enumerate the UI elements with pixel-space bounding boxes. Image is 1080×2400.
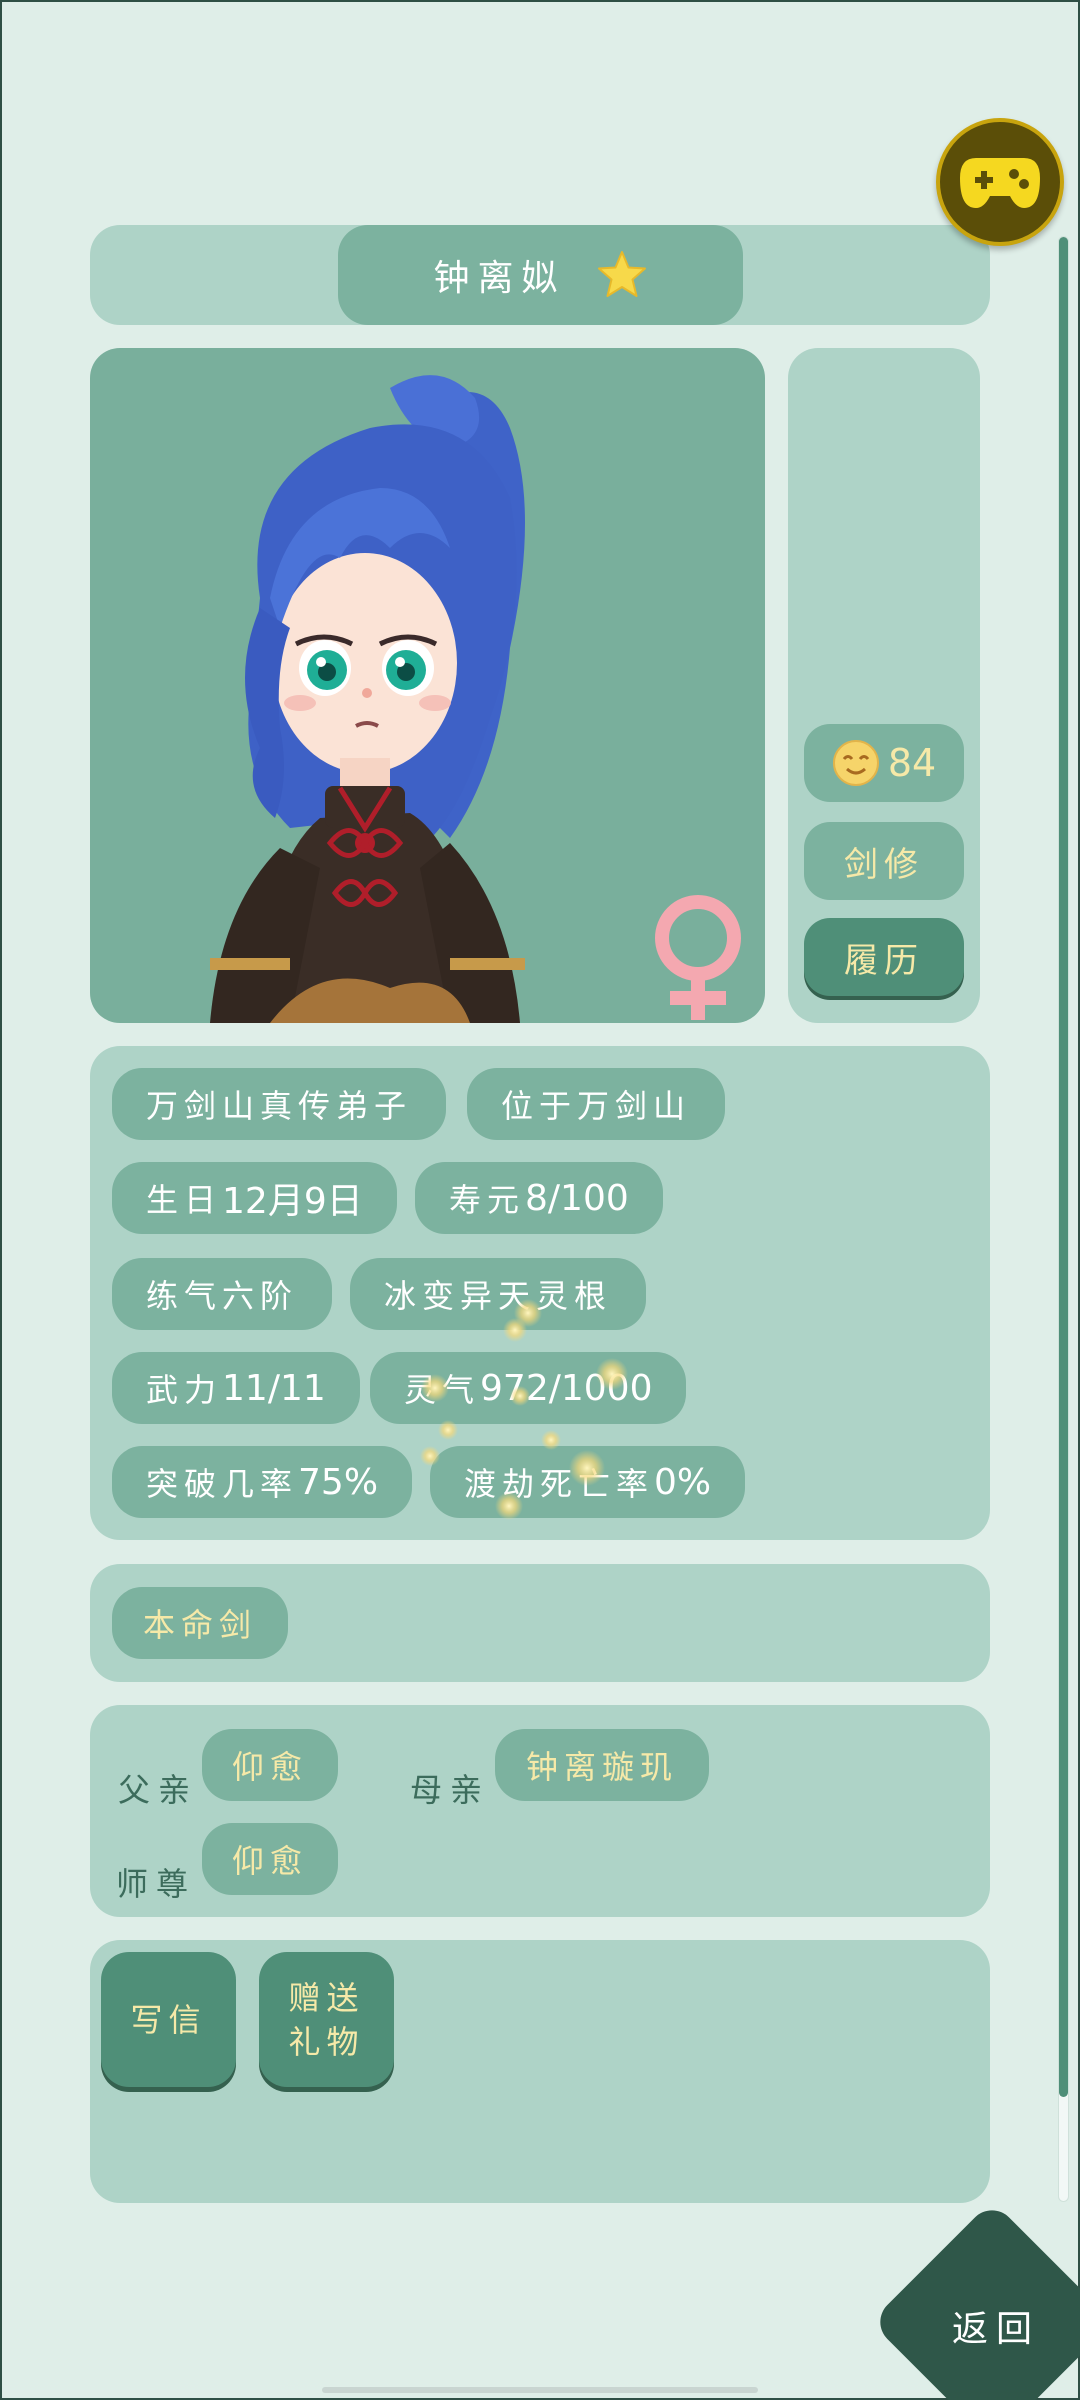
lifespan-label: 寿元 — [449, 1181, 526, 1219]
tribulation-value: 0% — [654, 1461, 712, 1503]
mood-chip[interactable]: 84 — [804, 724, 964, 802]
gamepad-icon — [960, 158, 1040, 208]
sword-panel: 本命剑 — [90, 1564, 990, 1682]
info-panel: 万剑山真传弟子 位于万剑山 生日 12月9日 寿元 8/100 练气六阶 冰变异天灵… — [90, 1046, 990, 1540]
location-text: 位于万剑山 — [501, 1087, 692, 1125]
scrollbar[interactable] — [1058, 236, 1069, 2202]
character-illustration — [210, 375, 741, 1023]
master-name: 仰愈 — [231, 1842, 308, 1880]
class-chip[interactable]: 剑修 — [804, 822, 964, 900]
spirit-label: 灵气 — [404, 1371, 481, 1409]
write-letter-label: 写信 — [130, 2000, 207, 2039]
breakthrough-value: 75% — [298, 1461, 379, 1503]
history-button[interactable]: 履历 — [804, 918, 964, 996]
natal-sword-button[interactable]: 本命剑 — [112, 1587, 288, 1659]
female-symbol-icon — [655, 895, 741, 1020]
character-portrait — [90, 348, 765, 1023]
history-label: 履历 — [844, 940, 924, 981]
realm-chip[interactable]: 练气六阶 — [112, 1258, 333, 1330]
relations-panel: 父亲 仰愈 母亲 钟离璇玑 师尊 仰愈 — [90, 1705, 990, 1917]
gamepad-button[interactable] — [936, 118, 1064, 246]
return-label: 返回 — [952, 2309, 1041, 2350]
name-plate[interactable]: 钟离姒 — [338, 225, 743, 325]
spirit-root-chip[interactable]: 冰变异天灵根 — [350, 1258, 647, 1330]
birthday-value: 12月9日 — [222, 1181, 363, 1222]
power-value: 11/11 — [222, 1367, 326, 1409]
realm-text: 练气六阶 — [146, 1277, 299, 1315]
location-chip[interactable]: 位于万剑山 — [467, 1068, 726, 1140]
scrollbar-thumb[interactable] — [1059, 237, 1068, 2097]
mother-name-chip[interactable]: 钟离璇玑 — [495, 1729, 709, 1801]
power-label: 武力 — [146, 1371, 223, 1409]
star-icon[interactable] — [596, 249, 648, 301]
father-name: 仰愈 — [231, 1748, 308, 1786]
natal-sword-label: 本命剑 — [142, 1606, 257, 1644]
send-gift-button[interactable]: 赠送 礼物 — [259, 1952, 394, 2087]
return-button[interactable]: 返回 — [880, 2210, 1080, 2400]
power-chip[interactable]: 武力 11/11 — [112, 1352, 360, 1424]
birthday-chip[interactable]: 生日 12月9日 — [112, 1162, 397, 1234]
class-label: 剑修 — [844, 844, 924, 885]
spirit-value: 972/1000 — [480, 1367, 653, 1409]
master-label: 师尊 — [116, 1865, 197, 1903]
lifespan-value: 8/100 — [525, 1177, 629, 1219]
character-name: 钟离姒 — [433, 258, 566, 299]
sect-chip[interactable]: 万剑山真传弟子 — [112, 1068, 447, 1140]
tribulation-chip[interactable]: 渡劫死亡率 0% — [430, 1446, 746, 1518]
father-label: 父亲 — [118, 1771, 199, 1809]
sect-text: 万剑山真传弟子 — [146, 1087, 413, 1125]
master-name-chip[interactable]: 仰愈 — [202, 1823, 338, 1895]
breakthrough-chip[interactable]: 突破几率 75% — [112, 1446, 413, 1518]
home-indicator — [322, 2387, 758, 2393]
mother-name: 钟离璇玑 — [525, 1748, 678, 1786]
spirit-energy-chip[interactable]: 灵气 972/1000 — [370, 1352, 687, 1424]
mother-label: 母亲 — [410, 1771, 491, 1809]
send-gift-label-line2: 礼物 — [288, 2022, 365, 2061]
spirit-root-text: 冰变异天灵根 — [384, 1277, 613, 1315]
mood-value: 84 — [887, 741, 937, 785]
side-panel: 84 剑修 履历 — [788, 348, 980, 1023]
breakthrough-label: 突破几率 — [146, 1465, 299, 1503]
father-name-chip[interactable]: 仰愈 — [202, 1729, 338, 1801]
write-letter-button[interactable]: 写信 — [101, 1952, 236, 2087]
lifespan-chip[interactable]: 寿元 8/100 — [415, 1162, 663, 1234]
actions-panel: 写信 赠送 礼物 — [90, 1940, 990, 2203]
birthday-label: 生日 — [146, 1181, 223, 1219]
send-gift-label-line1: 赠送 — [288, 1978, 365, 2017]
tribulation-label: 渡劫死亡率 — [464, 1465, 655, 1503]
smile-face-icon — [832, 740, 879, 786]
